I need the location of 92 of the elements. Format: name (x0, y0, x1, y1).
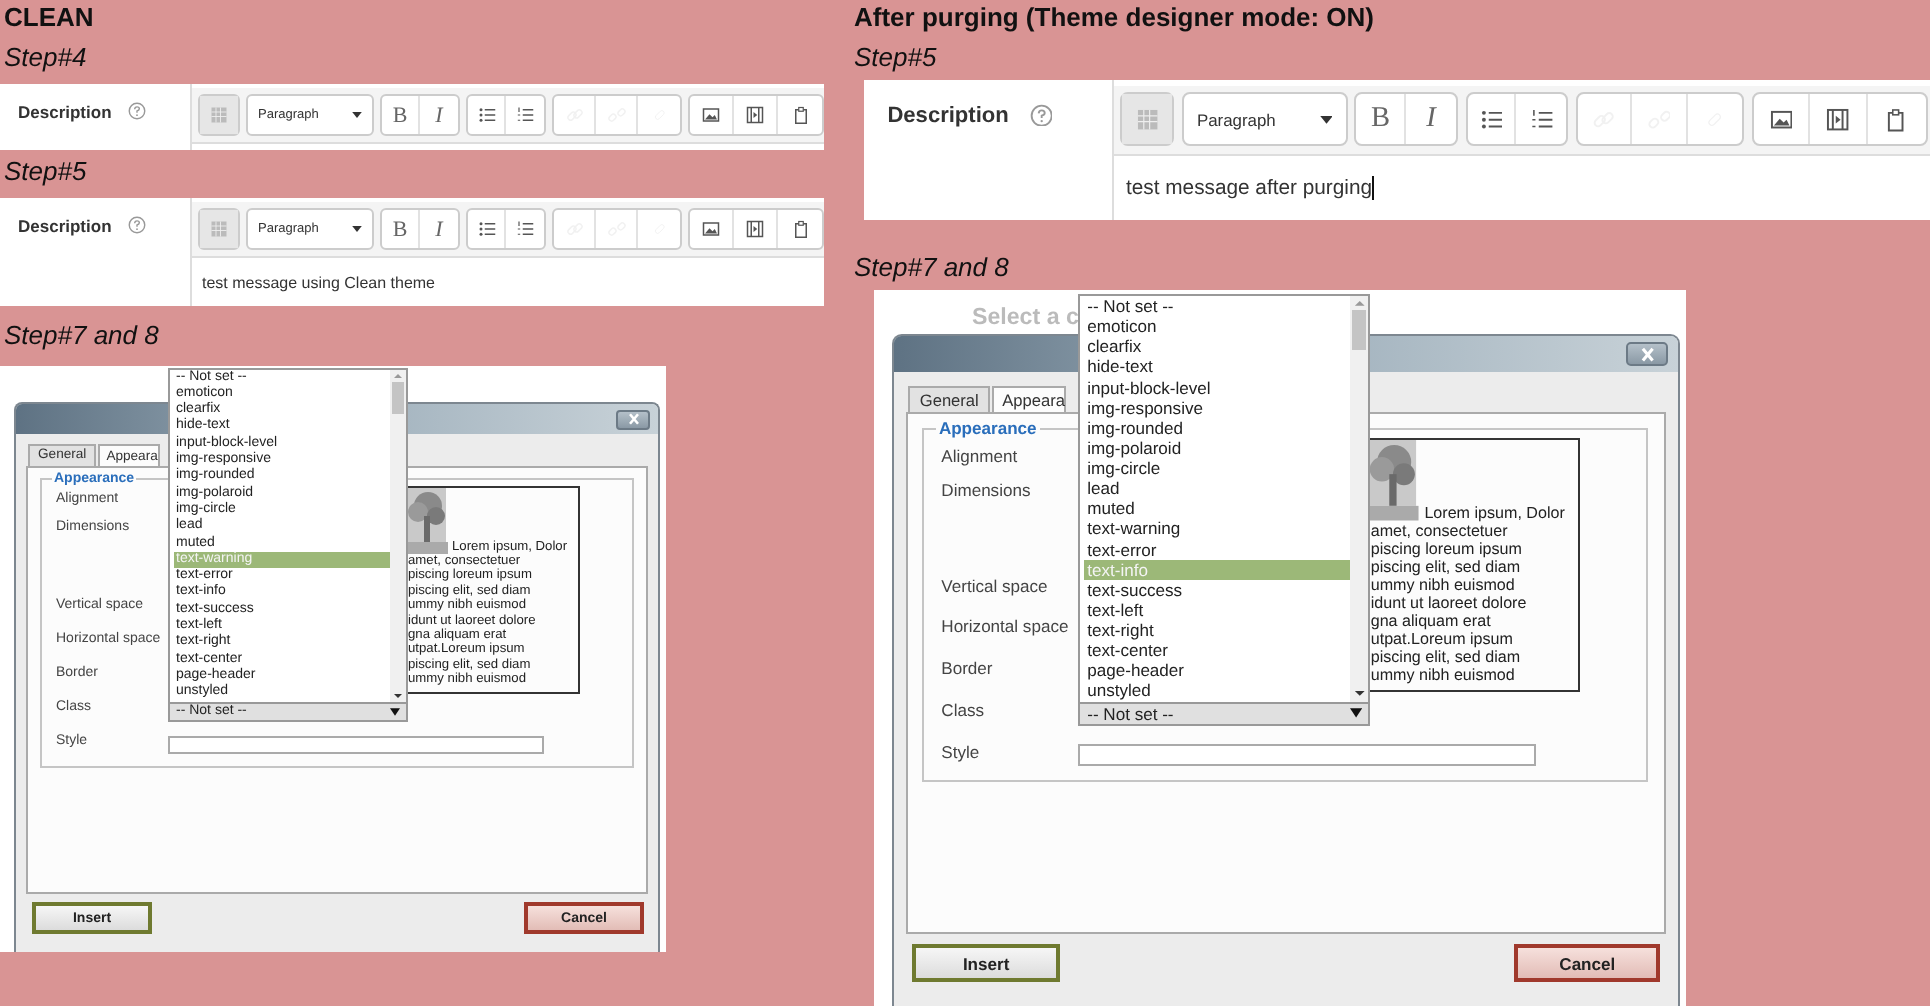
bold-button[interactable]: B (382, 96, 420, 134)
section-heading: After purging (Theme designer mode: ON) (852, 0, 1375, 36)
bullet-list-icon (477, 220, 495, 238)
caret-icon (1349, 708, 1362, 719)
dropdown-option[interactable]: clearfix (1084, 336, 1350, 357)
image-icon (702, 220, 720, 238)
dropdown-option[interactable]: emoticon (1084, 316, 1350, 337)
editor-text-area[interactable]: test message after purging (1113, 156, 1930, 221)
help-icon[interactable] (127, 102, 146, 120)
bold-button[interactable]: B (382, 210, 420, 248)
dropdown-option[interactable]: input-block-level (1084, 377, 1350, 398)
scroll-up-icon[interactable] (390, 369, 406, 382)
grid-icon (210, 106, 228, 124)
page-heading: Select a c (971, 306, 1079, 331)
field-label: Description (18, 216, 112, 236)
cancel-button[interactable]: Cancel (1514, 943, 1661, 983)
field-label: Vertical space (941, 573, 1050, 596)
field-label: Horizontal space (941, 614, 1071, 637)
step-label: Step#5 (2, 154, 87, 190)
bold-button[interactable]: B (1356, 94, 1407, 145)
italic-button[interactable]: I (1406, 94, 1456, 145)
image-icon (1769, 107, 1793, 132)
help-icon[interactable] (127, 216, 146, 234)
dropdown-option[interactable]: unstyled (1084, 680, 1350, 701)
dropdown-option[interactable]: img-rounded (1084, 417, 1350, 438)
field-label: Border (941, 656, 995, 679)
close-icon (1637, 346, 1657, 364)
group-legend: Appearance (936, 418, 1039, 439)
preview-text: Lorem ipsum, Dolor (1424, 503, 1565, 522)
tab[interactable]: Appeara (992, 385, 1067, 415)
step-label: Step#7 and 8 (2, 318, 159, 354)
field-label: Dimensions (941, 478, 1033, 501)
numbered-list-icon (1529, 107, 1554, 132)
scrollbar[interactable] (390, 369, 406, 701)
italic-button[interactable]: I (420, 96, 458, 134)
section-heading: CLEAN (2, 0, 94, 36)
field-label: Alignment (941, 444, 1020, 467)
step-label: Step#7 and 8 (852, 250, 1009, 287)
clipboard-icon (791, 106, 809, 124)
bullet-list-icon (477, 106, 495, 124)
field-label: Description (887, 103, 1009, 128)
dropdown-option[interactable]: hide-text (1084, 356, 1350, 377)
film-icon (1826, 107, 1850, 132)
step-label: Step#4 (2, 40, 87, 76)
preview-text: amet, consectetuer piscing loreum ipsum piscing elit, sed diam ummy nibh euismod idunt ut laoreet dolore gna aliquam erat utpat.Loreum ipsum piscing elit, sed diam ummy nibh euismod (1370, 521, 1529, 684)
close-button[interactable] (616, 409, 650, 429)
caret-icon (1319, 115, 1333, 124)
text-cursor (1372, 176, 1375, 200)
film-icon (746, 220, 764, 238)
dropdown-option[interactable]: text-right (1084, 620, 1350, 641)
dropdown-option[interactable]: page-header (1084, 660, 1350, 681)
film-icon (746, 106, 764, 124)
dropdown-option[interactable]: img-responsive (1084, 397, 1350, 418)
dropdown-option[interactable]: text-center (1084, 640, 1350, 661)
tab[interactable]: General (908, 385, 991, 412)
grid-icon (1135, 107, 1160, 132)
insert-button[interactable]: Insert (912, 943, 1060, 983)
style-input[interactable] (1077, 743, 1537, 766)
dropdown-option[interactable]: muted (1084, 498, 1350, 519)
help-icon[interactable] (1029, 103, 1053, 127)
clipboard-icon (791, 220, 809, 238)
numbered-list-icon (516, 106, 534, 124)
dropdown-option[interactable]: text-success (1084, 579, 1350, 600)
dropdown-option[interactable]: img-circle (1084, 458, 1350, 479)
scrollbar-thumb[interactable] (1351, 310, 1367, 350)
dropdown-option[interactable]: -- Not set -- (1084, 296, 1350, 317)
dropdown-option[interactable]: text-left (1084, 599, 1350, 620)
field-label: Description (18, 102, 112, 122)
dropdown-option[interactable]: img-polaroid (1084, 437, 1350, 458)
close-button[interactable] (1626, 342, 1668, 367)
dropdown-option[interactable]: text-error (1084, 539, 1350, 560)
dropdown-option[interactable]: lead (1084, 478, 1350, 499)
close-icon (625, 412, 641, 426)
format-dropdown[interactable]: Paragraph (1183, 94, 1346, 145)
scrollbar[interactable] (1349, 296, 1369, 701)
image-icon (702, 106, 720, 124)
italic-button[interactable]: I (420, 210, 458, 248)
bullet-list-icon (1479, 107, 1503, 132)
class-select[interactable]: -- Not set -- (1077, 701, 1371, 726)
grid-icon (210, 220, 228, 238)
field-label: Class (941, 697, 986, 720)
clipboard-icon (1884, 107, 1909, 132)
numbered-list-icon (516, 220, 534, 238)
caret-icon (390, 707, 400, 715)
style-input[interactable] (168, 736, 544, 754)
dropdown-option[interactable]: text-warning (1084, 518, 1350, 539)
field-label: Style (941, 739, 982, 762)
step-label: Step#5 (852, 40, 937, 76)
caret-icon (352, 226, 362, 232)
scrollbar-thumb[interactable] (392, 381, 404, 414)
editor-text-area[interactable]: test message using Clean theme (192, 258, 824, 306)
caret-icon (352, 112, 362, 118)
